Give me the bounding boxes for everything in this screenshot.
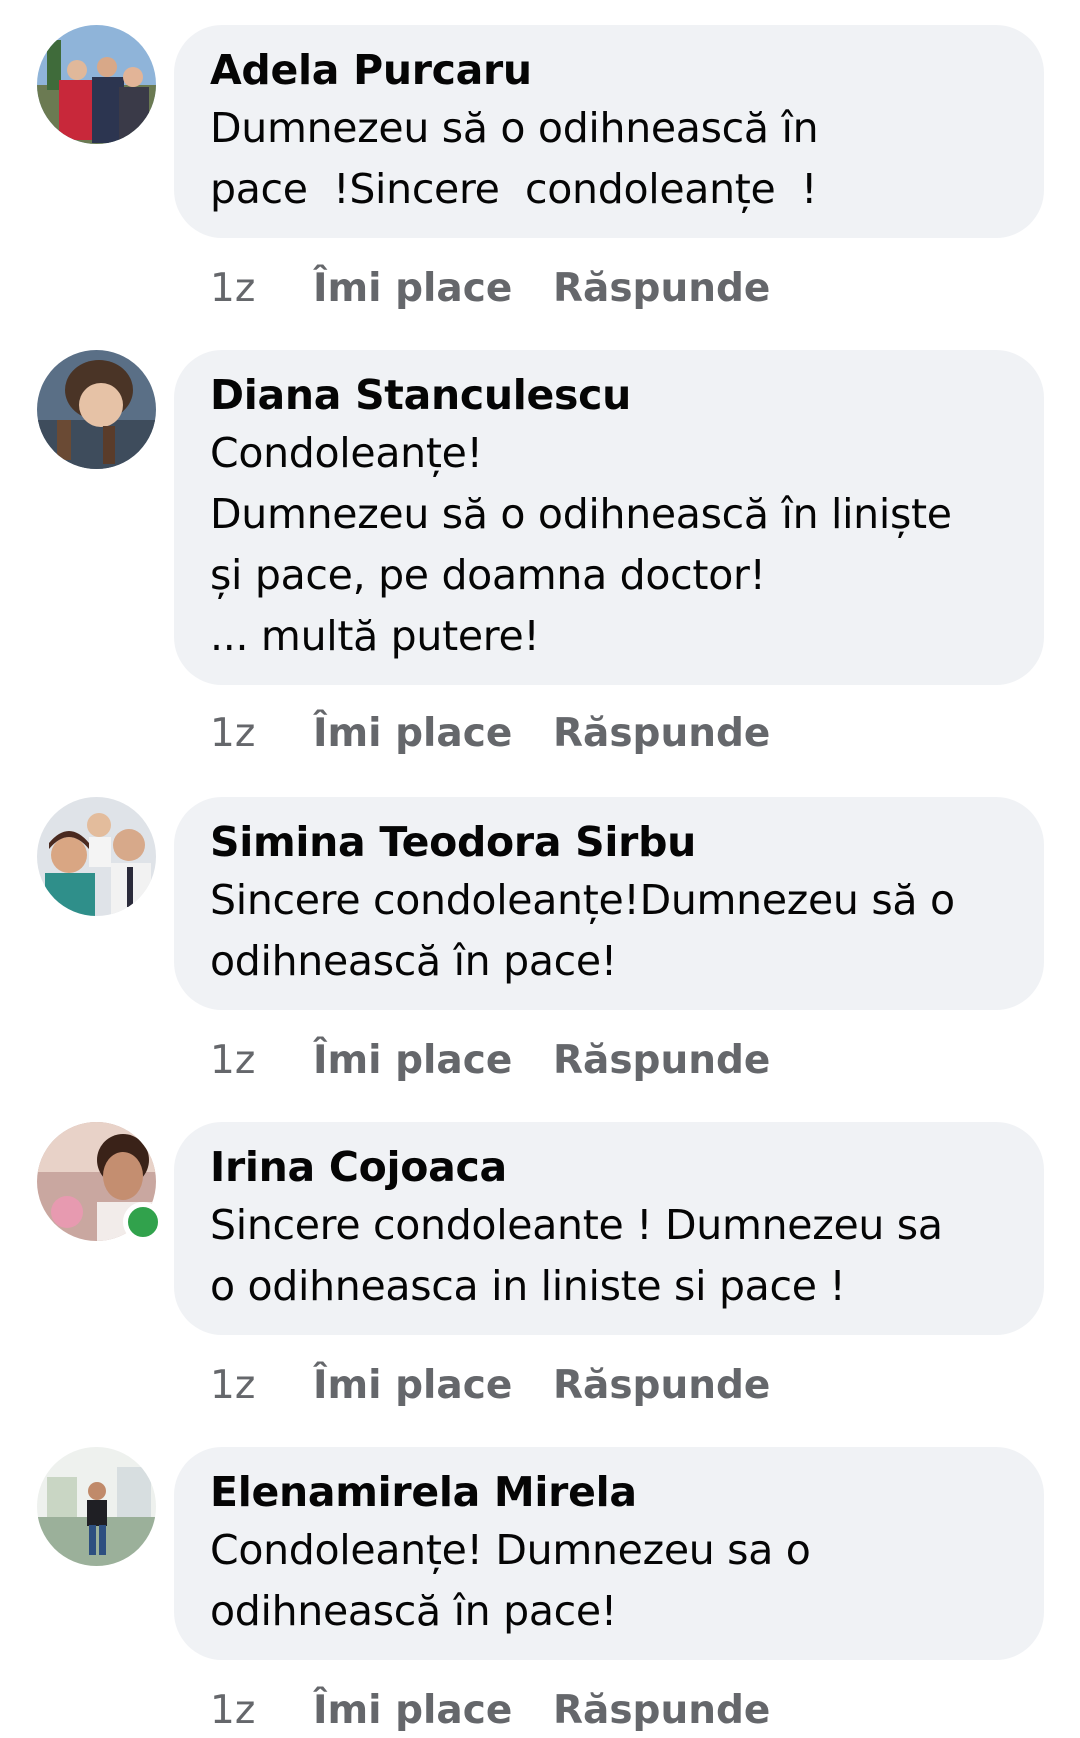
comment-actions: 1z Îmi place Răspunde — [210, 1032, 770, 1088]
comment-text: Sincere condoleanțe!Dumnezeu să o odihne… — [210, 876, 955, 985]
reply-button[interactable]: Răspunde — [553, 1038, 770, 1083]
comment-time[interactable]: 1z — [210, 1038, 313, 1083]
comment-author[interactable]: Adela Purcaru — [210, 42, 1008, 98]
like-button[interactable]: Îmi place — [313, 266, 553, 311]
comment-author[interactable]: Diana Stanculescu — [210, 367, 1008, 423]
like-button[interactable]: Îmi place — [313, 1038, 553, 1083]
comment-time[interactable]: 1z — [210, 711, 313, 756]
comment-bubble: Elenamirela Mirela Condoleanțe! Dumnezeu… — [174, 1447, 1044, 1660]
reply-button[interactable]: Răspunde — [553, 266, 770, 311]
like-button[interactable]: Îmi place — [313, 711, 553, 756]
comment-time[interactable]: 1z — [210, 1363, 313, 1408]
comment-actions: 1z Îmi place Răspunde — [210, 260, 770, 316]
comment-text: Condoleanțe! Dumnezeu să o odihnească în… — [210, 429, 952, 660]
comment-text: Sincere condoleante ! Dumnezeu sa o odih… — [210, 1201, 943, 1310]
avatar[interactable] — [37, 25, 156, 144]
reply-button[interactable]: Răspunde — [553, 1688, 770, 1733]
like-button[interactable]: Îmi place — [313, 1688, 553, 1733]
comment-bubble: Irina Cojoaca Sincere condoleante ! Dumn… — [174, 1122, 1044, 1335]
reply-button[interactable]: Răspunde — [553, 1363, 770, 1408]
comment-bubble: Simina Teodora Sirbu Sincere condoleanțe… — [174, 797, 1044, 1010]
comment-author[interactable]: Simina Teodora Sirbu — [210, 814, 1008, 870]
avatar[interactable] — [37, 1447, 156, 1566]
comment-author[interactable]: Elenamirela Mirela — [210, 1464, 1008, 1520]
online-status-indicator — [123, 1202, 163, 1242]
comment-bubble: Diana Stanculescu Condoleanțe! Dumnezeu … — [174, 350, 1044, 685]
comment-time[interactable]: 1z — [210, 1688, 313, 1733]
comment-text: Dumnezeu să o odihnească în pace !Sincer… — [210, 104, 819, 213]
avatar-photo — [37, 25, 156, 144]
avatar[interactable] — [37, 350, 156, 469]
comment-bubble: Adela Purcaru Dumnezeu să o odihnească î… — [174, 25, 1044, 238]
comment-actions: 1z Îmi place Răspunde — [210, 1682, 770, 1738]
reply-button[interactable]: Răspunde — [553, 711, 770, 756]
avatar-photo — [37, 350, 156, 469]
comment-text: Condoleanțe! Dumnezeu sa o odihnească în… — [210, 1526, 811, 1635]
avatar-photo — [37, 797, 156, 916]
comment-author[interactable]: Irina Cojoaca — [210, 1139, 1008, 1195]
comment-actions: 1z Îmi place Răspunde — [210, 1357, 770, 1413]
avatar[interactable] — [37, 797, 156, 916]
avatar-photo — [37, 1447, 156, 1566]
comment-time[interactable]: 1z — [210, 266, 313, 311]
like-button[interactable]: Îmi place — [313, 1363, 553, 1408]
comment-actions: 1z Îmi place Răspunde — [210, 705, 770, 761]
